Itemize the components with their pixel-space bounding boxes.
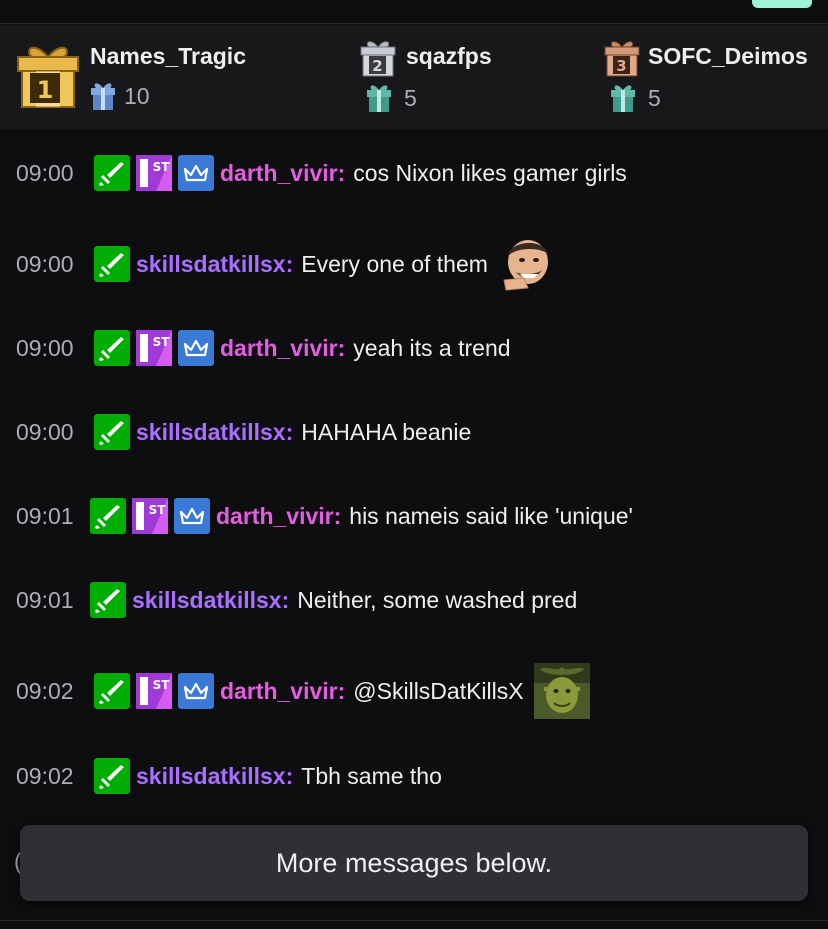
svg-text:ST: ST	[153, 160, 171, 174]
timestamp: 09:00	[16, 250, 74, 277]
moderator-sword-icon[interactable]	[90, 498, 126, 534]
gift-leaderboard: 1 Names_Tragic 10 2 sqazfps 5 3 SOFC_Dei…	[0, 25, 828, 129]
svg-text:3: 3	[616, 57, 626, 75]
timestamp: 09:00	[16, 159, 74, 186]
crown-icon[interactable]	[178, 330, 214, 366]
thinking-face-emote-icon[interactable]	[498, 236, 554, 292]
gold-gift-rank-icon: 1	[16, 43, 80, 114]
chat-message: 09:02 skillsdatkillsx: Tbh same tho	[16, 756, 442, 796]
username-skillsdatkillsx[interactable]: skillsdatkillsx:	[136, 251, 293, 278]
gift-icon	[610, 83, 636, 118]
username-skillsdatkillsx[interactable]: skillsdatkillsx:	[136, 763, 293, 790]
chat-message: 09:00 ST darth_vivir: cos Nixon likes ga…	[16, 153, 627, 193]
chat-message: 09:01 skillsdatkillsx: Neither, some was…	[16, 580, 577, 620]
message-text: yeah its a trend	[353, 334, 511, 361]
message-text: @SkillsDatKillsX	[353, 677, 524, 704]
bottom-divider	[0, 920, 828, 929]
top-strip	[0, 0, 828, 24]
gifter-name[interactable]: SOFC_Deimos	[648, 43, 808, 70]
message-text: cos Nixon likes gamer girls	[353, 159, 627, 186]
timestamp: 09:01	[16, 586, 74, 613]
username-skillsdatkillsx[interactable]: skillsdatkillsx:	[132, 587, 289, 614]
moderator-sword-icon[interactable]	[94, 414, 130, 450]
gift-count: 5	[648, 85, 661, 111]
gifter-name[interactable]: Names_Tragic	[90, 43, 246, 70]
moderator-sword-icon[interactable]	[94, 246, 130, 282]
svg-text:ST: ST	[149, 503, 167, 517]
chat-message: 09:02 ST darth_vivir: @SkillsDatKillsX	[16, 663, 590, 719]
timestamp: 09:00	[16, 334, 74, 361]
username-darth-vivir[interactable]: darth_vivir:	[220, 160, 345, 187]
gift-count: 10	[124, 83, 150, 109]
username-darth-vivir[interactable]: darth_vivir:	[220, 678, 345, 705]
chat-list[interactable]: 09:00 ST darth_vivir: cos Nixon likes ga…	[0, 129, 828, 929]
moderator-sword-icon[interactable]	[94, 330, 130, 366]
moderator-sword-icon[interactable]	[94, 758, 130, 794]
svg-text:ST: ST	[153, 335, 171, 349]
timestamp: 09:01	[16, 502, 74, 529]
message-text: Every one of them	[301, 250, 488, 277]
chat-message: 09:00 skillsdatkillsx: Every one of them	[16, 240, 554, 291]
crown-icon[interactable]	[178, 673, 214, 709]
timestamp: 09:02	[16, 677, 74, 704]
svg-text:2: 2	[372, 57, 382, 75]
crown-icon[interactable]	[178, 155, 214, 191]
username-skillsdatkillsx[interactable]: skillsdatkillsx:	[136, 419, 293, 446]
gift-icon	[90, 81, 116, 116]
first-place-badge-icon[interactable]: ST	[136, 330, 172, 366]
moderator-sword-icon[interactable]	[90, 582, 126, 618]
svg-text:1: 1	[37, 76, 54, 104]
username-darth-vivir[interactable]: darth_vivir:	[220, 335, 345, 362]
username-darth-vivir[interactable]: darth_vivir:	[216, 503, 341, 530]
first-place-badge-icon[interactable]: ST	[136, 673, 172, 709]
corner-button[interactable]	[752, 0, 812, 8]
gift-count: 5	[404, 85, 417, 111]
moderator-sword-icon[interactable]	[94, 155, 130, 191]
moderator-sword-icon[interactable]	[94, 673, 130, 709]
chat-message: 09:01 ST darth_vivir: his nameis said li…	[16, 496, 633, 536]
timestamp: 09:00	[16, 418, 74, 445]
shrek-emote-icon[interactable]	[533, 663, 590, 719]
silver-gift-rank-icon: 2	[360, 39, 396, 82]
chat-message: 09:00 skillsdatkillsx: HAHAHA beanie	[16, 412, 471, 452]
gift-icon	[366, 83, 392, 118]
svg-text:ST: ST	[153, 678, 171, 692]
chat-message: 09:00 ST darth_vivir: yeah its a trend	[16, 328, 511, 368]
message-text: his nameis said like 'unique'	[349, 502, 633, 529]
more-messages-below-button[interactable]: More messages below.	[20, 825, 808, 901]
bronze-gift-rank-icon: 3	[604, 39, 640, 82]
first-place-badge-icon[interactable]: ST	[136, 155, 172, 191]
gifter-name[interactable]: sqazfps	[406, 43, 492, 70]
crown-icon[interactable]	[174, 498, 210, 534]
message-text: HAHAHA beanie	[301, 418, 472, 445]
first-place-badge-icon[interactable]: ST	[132, 498, 168, 534]
timestamp: 09:02	[16, 762, 74, 789]
message-text: Tbh same tho	[301, 762, 442, 789]
message-text: Neither, some washed pred	[297, 586, 578, 613]
